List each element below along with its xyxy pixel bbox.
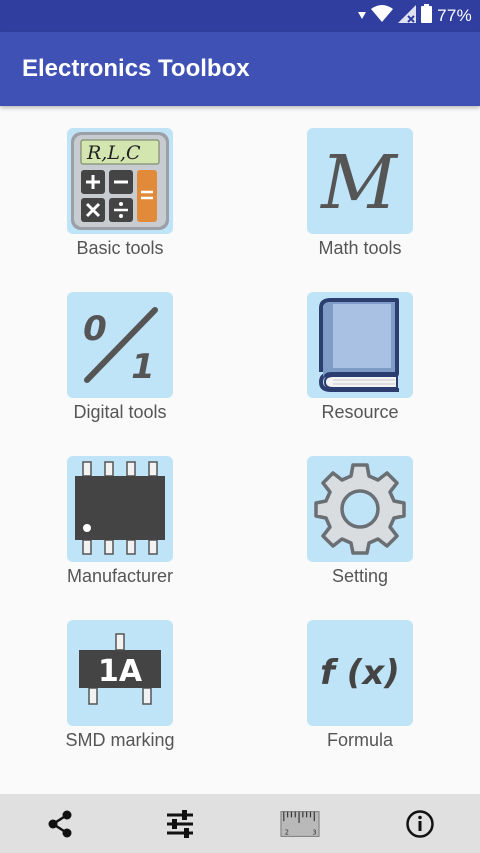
tile-setting[interactable]: Setting — [260, 456, 460, 587]
formula-glyph: f (x) — [320, 653, 400, 693]
tile-label: Formula — [326, 730, 393, 750]
sliders-button[interactable] — [160, 805, 200, 843]
battery-icon — [421, 4, 433, 28]
signal-down-icon — [358, 7, 367, 25]
digital-glyph-top: 0 — [83, 309, 107, 349]
tile-label: SMD marking — [65, 730, 175, 750]
tile-formula[interactable]: f (x) Formula — [260, 620, 460, 751]
cellular-no-data-icon — [398, 4, 417, 28]
tile-label: Basic tools — [76, 238, 164, 258]
tile-manufacturer[interactable]: Manufacturer — [20, 456, 220, 587]
share-icon — [48, 810, 72, 838]
digital-glyph-bottom: 1 — [131, 347, 155, 387]
tile-digital-tools[interactable]: 0 1 Digital tools — [20, 292, 220, 423]
ruler-button[interactable]: 2 3 — [280, 805, 320, 843]
tile-basic-tools[interactable]: R,L,C Basic tools — [20, 128, 220, 259]
math-glyph: M — [319, 140, 399, 226]
tile-smd-marking[interactable]: 1A SMD marking — [20, 620, 220, 751]
app-bar: Electronics Toolbox — [0, 32, 480, 106]
info-icon — [406, 810, 434, 838]
tile-label: Math tools — [318, 238, 402, 258]
tile-label: Manufacturer — [66, 566, 174, 586]
status-icons: 77% — [358, 4, 472, 28]
info-button[interactable] — [400, 805, 440, 843]
ic-chip-icon — [67, 456, 173, 562]
calculator-icon: R,L,C — [67, 128, 173, 234]
tile-label: Resource — [321, 402, 399, 422]
tile-label: Digital tools — [73, 402, 167, 422]
ruler-mark-3: 3 — [312, 828, 316, 836]
calc-display-text: R,L,C — [86, 142, 141, 164]
formula-fx-icon: f (x) — [307, 620, 413, 726]
bottom-bar: 2 3 — [0, 794, 480, 853]
ruler-icon: 2 3 — [280, 811, 320, 837]
share-button[interactable] — [40, 805, 80, 843]
sliders-icon — [167, 810, 193, 838]
tile-math-tools[interactable]: M Math tools — [260, 128, 460, 259]
gear-icon — [307, 456, 413, 562]
battery-percentage: 77% — [437, 6, 472, 25]
ruler-mark-2: 2 — [285, 828, 289, 836]
smd-component-icon: 1A — [67, 620, 173, 726]
digital-01-icon: 0 1 — [67, 292, 173, 398]
status-bar: 77% — [0, 0, 480, 32]
book-icon — [307, 292, 413, 398]
smd-marking-text: 1A — [98, 654, 143, 689]
wifi-icon — [371, 4, 394, 28]
math-m-icon: M — [307, 128, 413, 234]
tile-label: Setting — [331, 566, 389, 586]
app-title: Electronics Toolbox — [22, 55, 250, 82]
tile-resource[interactable]: Resource — [260, 292, 460, 423]
